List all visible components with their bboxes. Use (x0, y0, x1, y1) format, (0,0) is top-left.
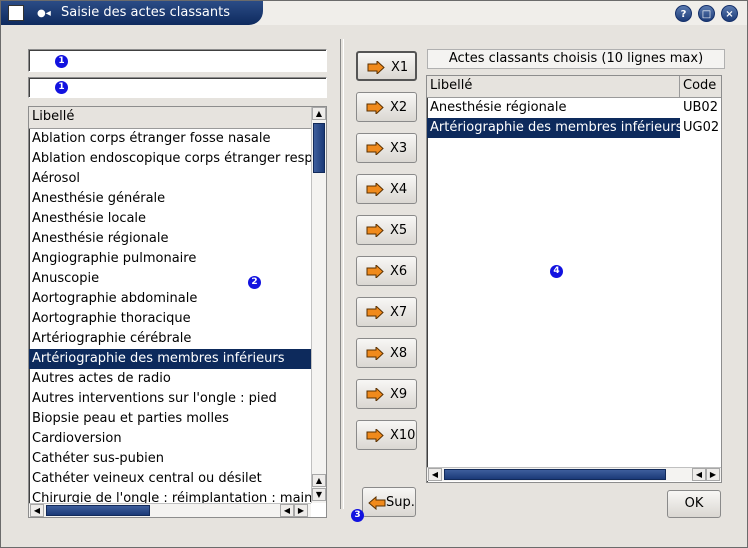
scroll-left-icon[interactable]: ◀ (30, 504, 44, 517)
list-item[interactable]: Anesthésie régionale (29, 229, 311, 249)
list-item[interactable]: Angiographie pulmonaire (29, 249, 311, 269)
chosen-row-code[interactable]: UG02 X (680, 118, 721, 138)
add-button-label: X1 (391, 60, 409, 75)
chosen-scroll-right-icon[interactable]: ▶ (706, 468, 720, 481)
column-header-code[interactable]: Code (680, 76, 721, 98)
scroll-down-icon[interactable]: ▼ (312, 488, 326, 501)
maximize-button[interactable]: □ (698, 5, 715, 22)
add-button-x4[interactable]: X4 (356, 174, 417, 204)
search-field-2[interactable]: 1 (28, 77, 327, 98)
list-item[interactable]: Aortographie thoracique (29, 309, 311, 329)
list-item[interactable]: Anesthésie locale (29, 209, 311, 229)
arrow-right-icon (367, 61, 385, 74)
list-item[interactable]: Cathéter veineux central ou désilet (29, 469, 311, 489)
add-button-label: X8 (390, 346, 408, 361)
vertical-scrollbar[interactable]: ▲ ▲ ▼ (311, 107, 326, 503)
column-header-libelle-chosen[interactable]: Libellé (427, 76, 680, 98)
horizontal-scrollbar[interactable]: ◀ ◀ ▶ (29, 503, 311, 517)
add-button-x9[interactable]: X9 (356, 379, 417, 409)
arrow-left-icon (368, 496, 386, 510)
chosen-row-libelle[interactable]: Anesthésie régionale (427, 98, 680, 118)
chosen-h-scroll-thumb[interactable] (444, 469, 666, 480)
scroll-up-icon-2[interactable]: ▲ (312, 474, 326, 487)
add-button-x3[interactable]: X3 (356, 133, 417, 163)
add-button-label: X10 (390, 428, 416, 443)
add-button-x10[interactable]: X10 (356, 420, 417, 450)
remove-label: Sup. (386, 495, 415, 510)
list-item[interactable]: Cathéter sus-pubien (29, 449, 311, 469)
scroll-right-icon[interactable]: ▶ (294, 504, 308, 517)
list-item[interactable]: Biopsie peau et parties molles (29, 409, 311, 429)
arrow-right-icon (366, 388, 384, 401)
scroll-up-icon[interactable]: ▲ (312, 107, 326, 120)
arrow-right-icon (366, 306, 384, 319)
list-item[interactable]: Artériographie cérébrale (29, 329, 311, 349)
add-button-label: X6 (390, 264, 408, 279)
list-item[interactable]: Ablation corps étranger fosse nasale (29, 129, 311, 149)
scroll-left-icon-2[interactable]: ◀ (280, 504, 294, 517)
dialog-window: ●◂ Saisie des actes classants ? □ × 1 1 … (0, 0, 748, 548)
h-scroll-thumb[interactable] (46, 505, 150, 516)
remove-button[interactable]: Sup. (362, 487, 416, 517)
list-item[interactable]: Ablation endoscopique corps étranger res… (29, 149, 311, 169)
window-title: Saisie des actes classants (61, 5, 230, 20)
add-button-x7[interactable]: X7 (356, 297, 417, 327)
search-field-1[interactable]: 1 (28, 49, 327, 72)
arrow-right-icon (366, 347, 384, 360)
title-bar: ●◂ Saisie des actes classants ? □ × (1, 1, 747, 25)
acts-list[interactable]: Libellé Ablation corps étranger fosse na… (28, 106, 327, 518)
list-item[interactable]: Aortographie abdominale (29, 289, 311, 309)
app-icon[interactable] (8, 5, 24, 21)
list-item[interactable]: Anesthésie générale (29, 189, 311, 209)
chosen-title: Actes classants choisis (10 lignes max) (427, 49, 725, 69)
scroll-thumb[interactable] (313, 123, 325, 173)
marker-badge-4: 4 (550, 265, 563, 278)
title-tab: ●◂ Saisie des actes classants (1, 1, 263, 25)
add-button-x2[interactable]: X2 (356, 92, 417, 122)
add-button-label: X2 (390, 100, 408, 115)
list-item[interactable]: Autres interventions sur l'ongle : pied (29, 389, 311, 409)
add-button-label: X7 (390, 305, 408, 320)
add-button-x5[interactable]: X5 (356, 215, 417, 245)
add-button-label: X5 (390, 223, 408, 238)
arrow-right-icon (366, 142, 384, 155)
add-button-x1[interactable]: X1 (356, 51, 417, 81)
marker-badge-1: 1 (55, 55, 68, 68)
arrow-right-icon (366, 429, 384, 442)
arrow-right-icon (366, 265, 384, 278)
add-button-label: X9 (390, 387, 408, 402)
list-item[interactable]: Aérosol (29, 169, 311, 189)
chosen-row-libelle[interactable]: Artériographie des membres inférieurs (427, 118, 680, 138)
marker-badge-2: 2 (248, 276, 261, 289)
list-item[interactable]: Cardioversion (29, 429, 311, 449)
chosen-row-code[interactable]: UB02 X (680, 98, 721, 118)
sticky-icon[interactable]: ●◂ (37, 8, 51, 19)
ok-button[interactable]: OK (667, 490, 721, 518)
chosen-scroll-left-icon[interactable]: ◀ (428, 468, 442, 481)
add-button-label: X4 (390, 182, 408, 197)
marker-badge-1b: 1 (55, 81, 68, 94)
panel-separator (340, 39, 344, 509)
marker-badge-3: 3 (351, 509, 364, 522)
list-item[interactable]: Autres actes de radio (29, 369, 311, 389)
chosen-horizontal-scrollbar[interactable]: ◀ ◀ ▶ (427, 467, 721, 481)
column-header-libelle[interactable]: Libellé (29, 107, 311, 129)
add-button-x6[interactable]: X6 (356, 256, 417, 286)
arrow-right-icon (366, 183, 384, 196)
close-button[interactable]: × (721, 5, 738, 22)
chosen-scroll-left-icon-2[interactable]: ◀ (692, 468, 706, 481)
help-button[interactable]: ? (675, 5, 692, 22)
add-button-x8[interactable]: X8 (356, 338, 417, 368)
list-item[interactable]: Artériographie des membres inférieurs (29, 349, 311, 369)
arrow-right-icon (366, 224, 384, 237)
chosen-list[interactable]: Libellé Code Anesthésie régionaleUB02 XA… (426, 75, 722, 483)
list-item[interactable]: Anuscopie (29, 269, 311, 289)
arrow-right-icon (366, 101, 384, 114)
add-button-label: X3 (390, 141, 408, 156)
